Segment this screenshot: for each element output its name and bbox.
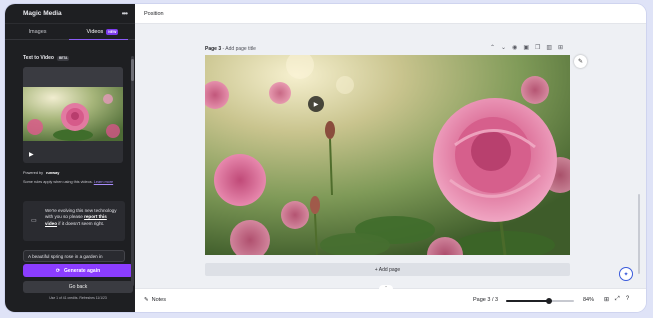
grid-view-icon[interactable]: ⊞ bbox=[604, 296, 609, 303]
zoom-slider[interactable] bbox=[506, 298, 574, 304]
beta-badge: BETA bbox=[56, 55, 70, 61]
canvas-play-icon[interactable]: ▶ bbox=[308, 96, 324, 112]
powered-by: Powered by runway bbox=[23, 171, 59, 175]
learn-more-link[interactable]: Learn more bbox=[94, 180, 113, 184]
canvas-scrollbar[interactable] bbox=[638, 194, 640, 274]
position-button[interactable]: Position bbox=[144, 11, 164, 17]
panel-scrollbar[interactable] bbox=[131, 56, 134, 286]
refresh-icon: ⟳ bbox=[55, 267, 61, 274]
tab-images-label: Images bbox=[28, 28, 47, 35]
app-window: Magic Media ••• Images Videos NEW Text t… bbox=[5, 4, 646, 312]
magic-assistant-icon[interactable]: ✦ bbox=[619, 267, 633, 281]
page-title-placeholder[interactable]: - Add page title bbox=[223, 46, 256, 52]
chevron-up-icon[interactable]: ⌃ bbox=[490, 44, 495, 51]
zoom-slider-knob[interactable] bbox=[545, 298, 552, 304]
footer-icons: ⊞ ⤢ ? bbox=[604, 296, 629, 303]
video-canvas[interactable] bbox=[205, 55, 570, 255]
panel-header: Magic Media ••• bbox=[5, 4, 135, 24]
new-badge: NEW bbox=[106, 28, 119, 35]
help-icon[interactable]: ? bbox=[626, 296, 629, 303]
notes-icon: ✎ bbox=[144, 297, 149, 303]
fullscreen-icon[interactable]: ⤢ bbox=[615, 296, 620, 303]
add-page-button[interactable]: + Add page bbox=[205, 263, 570, 276]
editor-toolbar: Position bbox=[135, 4, 646, 24]
credits-text: Use 1 of 41 credits. Refreshes 11/1/23 bbox=[49, 296, 107, 300]
more-options-icon[interactable]: ••• bbox=[122, 9, 128, 18]
duplicate-icon[interactable]: ❐ bbox=[535, 44, 540, 51]
trash-icon[interactable]: ▥ bbox=[546, 44, 552, 51]
lock-icon[interactable]: ▣ bbox=[523, 44, 529, 51]
page-count[interactable]: Page 3 / 3 bbox=[473, 297, 498, 303]
magic-media-panel: Magic Media ••• Images Videos NEW Text t… bbox=[5, 4, 135, 312]
notes-button[interactable]: ✎ Notes bbox=[144, 297, 166, 303]
play-icon[interactable]: ▶ bbox=[29, 151, 34, 158]
generate-again-button[interactable]: ⟳ Generate again bbox=[23, 264, 133, 277]
video-card-top bbox=[23, 67, 123, 87]
panel-tabs: Images Videos NEW bbox=[5, 24, 135, 40]
comment-icon[interactable]: ✎ bbox=[574, 55, 587, 68]
chat-icon: ▭ bbox=[31, 218, 37, 224]
notice-post: if it doesn't seem right. bbox=[58, 220, 105, 226]
editor-footer: ⌃ ✎ Notes Page 3 / 3 84% ⊞ ⤢ ? bbox=[135, 285, 646, 312]
rules-text: Some rules apply when using this videos.… bbox=[23, 180, 125, 186]
zoom-slider-fill bbox=[506, 300, 549, 302]
tab-videos-label: Videos bbox=[86, 28, 104, 35]
add-page-icon[interactable]: ⊞ bbox=[558, 44, 563, 51]
rules-label: Some rules apply when using this videos. bbox=[23, 180, 93, 184]
generated-video-card[interactable]: ▶ bbox=[23, 67, 123, 163]
page-number: Page 3 bbox=[205, 46, 222, 52]
eye-icon[interactable]: ◉ bbox=[512, 44, 517, 51]
runway-logo: runway bbox=[46, 171, 60, 175]
go-back-button[interactable]: Go back bbox=[23, 281, 133, 293]
tab-images[interactable]: Images bbox=[5, 24, 70, 39]
notes-label: Notes bbox=[151, 297, 166, 303]
tab-videos[interactable]: Videos NEW bbox=[70, 24, 135, 39]
expand-pages-icon[interactable]: ⌃ bbox=[379, 285, 393, 290]
panel-title: Magic Media bbox=[23, 10, 62, 17]
feedback-notice: ▭ We're evolving this new technology wit… bbox=[23, 201, 125, 241]
section-title: Text to Video BETA bbox=[23, 55, 70, 61]
page-label[interactable]: Page 3 - Add page title bbox=[205, 46, 256, 52]
powered-by-label: Powered by bbox=[23, 171, 44, 175]
panel-scroll-thumb[interactable] bbox=[131, 59, 134, 81]
section-title-text: Text to Video bbox=[23, 55, 54, 61]
page-tools: ⌃ ⌄ ◉ ▣ ❐ ▥ ⊞ bbox=[490, 44, 563, 51]
prompt-input[interactable]: A beautiful spring rose in a garden in bbox=[23, 250, 125, 262]
generate-again-label: Generate again bbox=[64, 267, 101, 274]
chevron-down-icon[interactable]: ⌄ bbox=[501, 44, 506, 51]
video-thumbnail[interactable] bbox=[23, 87, 123, 141]
zoom-level[interactable]: 84% bbox=[583, 297, 594, 303]
editor-area: Position Page 3 - Add page title ⌃ ⌄ ◉ ▣… bbox=[135, 4, 646, 312]
